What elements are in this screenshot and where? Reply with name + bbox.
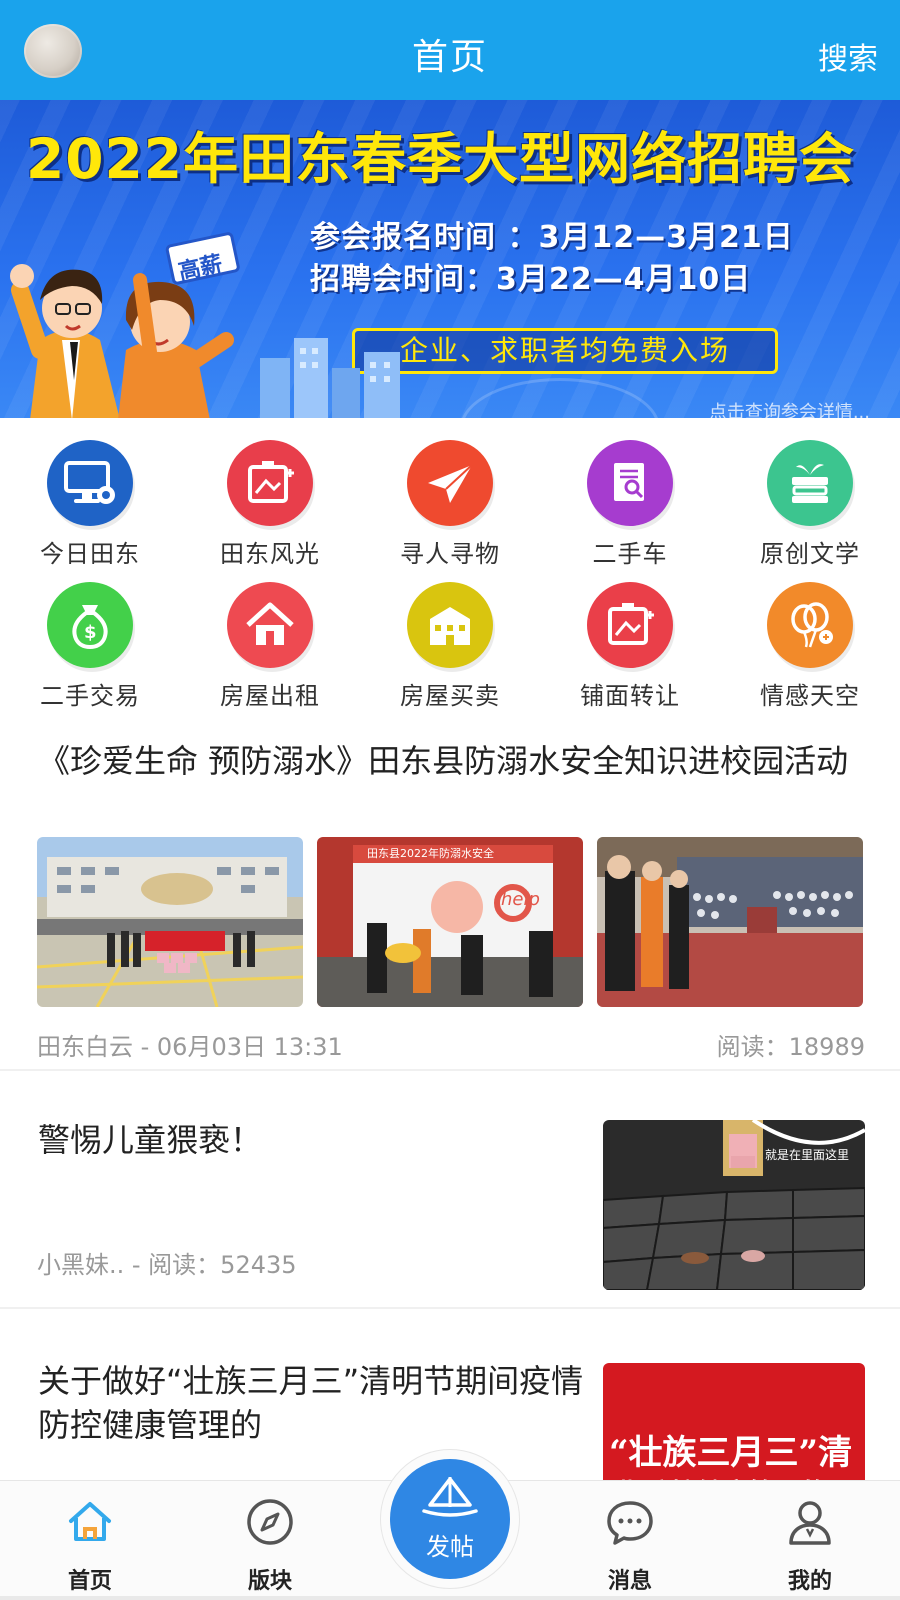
post-title[interactable]: 警惕儿童猥亵！ bbox=[38, 1115, 578, 1161]
category-label: 铺面转让 bbox=[580, 682, 680, 710]
compass-icon bbox=[247, 1499, 293, 1545]
classroom-screen-word: help bbox=[501, 889, 540, 910]
post-photo-school-gate[interactable] bbox=[37, 837, 303, 1007]
category-today-tiandong[interactable]: 今日田东 bbox=[0, 428, 180, 570]
category-label: 房屋出租 bbox=[220, 682, 320, 710]
search-button[interactable]: 搜索 bbox=[818, 34, 878, 78]
category-shop-transfer[interactable]: 铺面转让 bbox=[540, 570, 720, 712]
home-icon bbox=[69, 1502, 111, 1541]
category-label: 原创文学 bbox=[760, 540, 860, 568]
sailboat-icon bbox=[422, 1477, 478, 1517]
tab-home[interactable]: 首页 bbox=[0, 1481, 180, 1600]
post-photo-classroom[interactable]: 田东县2022年防溺水安全 help bbox=[317, 837, 583, 1007]
thumbnail-caption: 就是在里面这里 bbox=[765, 1148, 850, 1162]
post-button-label: 发帖 bbox=[426, 1533, 474, 1561]
picture-frame-icon bbox=[227, 440, 313, 526]
post-meta: 小黑妹.. - 阅读：52435 bbox=[37, 1251, 297, 1279]
post-meta: 田东白云 - 06月03日 13:31 阅读：18989 bbox=[37, 1027, 865, 1062]
category-house-sales[interactable]: 房屋买卖 bbox=[360, 570, 540, 712]
category-emotions[interactable]: 情感天空 bbox=[720, 570, 900, 712]
paper-plane-icon bbox=[407, 440, 493, 526]
post-thumbnail[interactable]: 就是在里面这里 bbox=[603, 1120, 865, 1290]
post-read-count: 阅读：18989 bbox=[716, 1033, 865, 1061]
thumbnail-headline: “壮族三月三”清 bbox=[609, 1433, 853, 1473]
home-page: 首页 搜索 2022年田东春季大型网络招聘会 参会报名时间 ：3月12—3月21… bbox=[0, 0, 900, 1600]
post-image-strip: 田东县2022年防溺水安全 help bbox=[37, 837, 865, 1007]
banner-free-entry-label: 企业、求职者均免费入场 bbox=[352, 328, 778, 374]
recruitment-banner[interactable]: 2022年田东春季大型网络招聘会 参会报名时间 ：3月12—3月21日 招聘会时… bbox=[0, 100, 900, 418]
classroom-screen-caption: 田东县2022年防溺水安全 bbox=[367, 847, 494, 860]
post-photo-assembly-hall[interactable] bbox=[597, 837, 863, 1007]
category-grid: 今日田东 田东风光 寻人寻物 二手车 原创文学 $ 二手交易 房屋出租 房屋买卖… bbox=[0, 428, 900, 713]
house-icon bbox=[227, 582, 313, 668]
feed-divider bbox=[0, 1307, 900, 1309]
post-title[interactable]: 关于做好“壮族三月三”清明节期间疫情防控健康管理的 bbox=[38, 1359, 598, 1447]
document-search-icon bbox=[587, 440, 673, 526]
banner-hint: 点击查询参会详情... bbox=[708, 402, 870, 418]
category-label: 房屋买卖 bbox=[400, 682, 500, 710]
top-bar: 首页 搜索 bbox=[0, 0, 900, 100]
category-lost-and-found[interactable]: 寻人寻物 bbox=[360, 428, 540, 570]
new-post-button[interactable]: 发帖 bbox=[390, 1459, 510, 1579]
page-title: 首页 bbox=[411, 37, 488, 78]
category-label: 田东风光 bbox=[220, 540, 320, 568]
banner-headline: 2022年田东春季大型网络招聘会 bbox=[26, 127, 856, 191]
tab-mine[interactable]: 我的 bbox=[720, 1481, 900, 1600]
category-used-cars[interactable]: 二手车 bbox=[540, 428, 720, 570]
books-plant-icon bbox=[767, 440, 853, 526]
monitor-gear-icon bbox=[47, 440, 133, 526]
money-bag-icon: $ bbox=[47, 582, 133, 668]
system-nav-strip bbox=[0, 1596, 900, 1600]
post-author-date: 田东白云 - 06月03日 13:31 bbox=[37, 1033, 343, 1061]
tab-label: 版块 bbox=[247, 1569, 292, 1594]
post-title[interactable]: 《珍爱生命 预防溺水》田东县防溺水安全知识进校园活动 bbox=[38, 739, 868, 783]
category-house-rental[interactable]: 房屋出租 bbox=[180, 570, 360, 712]
balloons-icon bbox=[767, 582, 853, 668]
tab-messages[interactable]: 消息 bbox=[540, 1481, 720, 1600]
user-icon bbox=[789, 1501, 831, 1545]
tab-sections[interactable]: 版块 bbox=[180, 1481, 360, 1600]
category-label: 二手车 bbox=[592, 540, 668, 568]
category-original-literature[interactable]: 原创文学 bbox=[720, 428, 900, 570]
svg-text:$: $ bbox=[84, 622, 97, 643]
chat-bubble-icon bbox=[607, 1501, 653, 1545]
category-label: 情感天空 bbox=[760, 682, 860, 710]
category-label: 寻人寻物 bbox=[400, 540, 500, 568]
category-label: 二手交易 bbox=[40, 682, 140, 710]
tab-label: 首页 bbox=[67, 1569, 112, 1594]
tab-label: 我的 bbox=[787, 1569, 832, 1594]
cheering-people-illustration bbox=[10, 232, 240, 418]
building-icon bbox=[407, 582, 493, 668]
category-label: 今日田东 bbox=[40, 540, 140, 568]
tab-label: 消息 bbox=[607, 1569, 652, 1594]
category-scenery[interactable]: 田东风光 bbox=[180, 428, 360, 570]
banner-registration-time: 参会报名时间 ：3月12—3月21日 bbox=[310, 220, 794, 255]
shop-frame-icon bbox=[587, 582, 673, 668]
banner-fair-time: 招聘会时间：3月22—4月10日 bbox=[310, 262, 752, 297]
bottom-tab-bar: 首页 版块 发帖 消息 我的 bbox=[0, 1449, 900, 1600]
feed-divider bbox=[0, 1069, 900, 1071]
category-second-hand-trade[interactable]: $ 二手交易 bbox=[0, 570, 180, 712]
